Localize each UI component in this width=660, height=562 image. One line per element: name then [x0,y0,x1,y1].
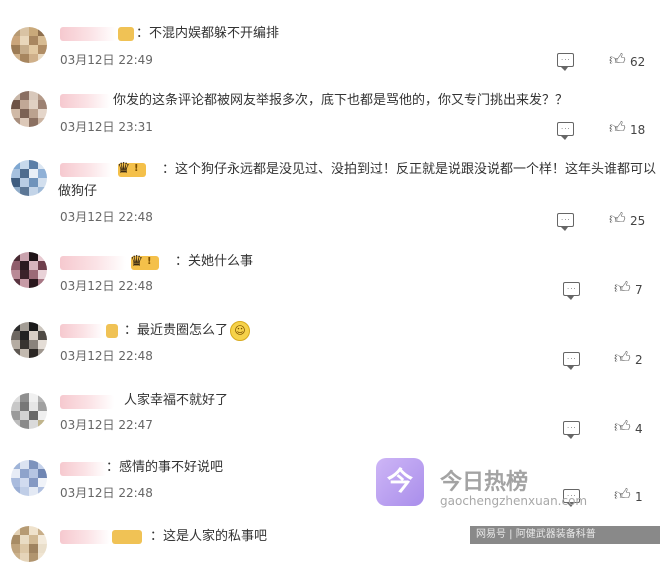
comment-date: 03月12日 22:48 [60,349,153,363]
nickname-blurred[interactable] [60,256,126,270]
like-count: 18 [630,123,646,137]
comment-text: 你发的这条评论都被网友举报多次，底下也都是骂他的，你又专门挑出来发？？ [113,93,569,108]
watermark-title: 今日热榜 [440,470,529,495]
like-count: 7 [635,283,643,297]
comment-text: ：感情的事不好说吧 [106,460,224,475]
comment-text: ：这个狗仔永远都是没见过、没拍到过！反正就是说跟没说都一个样！这年头谁都可以 [162,162,657,177]
avatar[interactable] [11,526,47,562]
comment-text: 人家幸福不就好了 [124,393,229,408]
vip-crown-badge [117,159,146,177]
avatar[interactable] [11,91,47,127]
nickname-blurred[interactable] [60,94,110,108]
like-icon[interactable]: 👍︎ [614,350,631,366]
comment-date: 03月12日 22:49 [60,53,153,67]
watermark-url: gaochengzhenxuan.com [440,494,588,508]
comment-date: 03月12日 22:48 [60,210,153,224]
like-count: 1 [635,490,643,504]
user-badge [106,324,118,338]
reply-icon[interactable]: ··· [563,352,580,370]
like-icon[interactable]: 👍︎ [609,120,626,136]
comment-date: 03月12日 23:31 [60,120,153,134]
like-count: 25 [630,214,646,228]
watermark-logo-icon: 今 [376,458,424,506]
nickname-blurred[interactable] [60,27,116,41]
comment-date: 03月12日 22:47 [60,418,153,432]
nickname-blurred[interactable] [60,530,110,544]
avatar[interactable] [11,460,47,496]
user-badge [118,27,134,41]
avatar[interactable] [11,252,47,288]
nickname-blurred[interactable] [60,395,114,409]
nickname-blurred[interactable] [60,163,112,177]
like-icon[interactable]: 👍︎ [609,211,626,227]
avatar[interactable] [11,322,47,358]
like-icon[interactable]: 👍︎ [614,280,631,296]
comment-text: ：关她什么事 [175,254,254,269]
reply-icon[interactable]: ··· [557,213,574,231]
like-count: 62 [630,55,646,69]
comment-date: 03月12日 22:48 [60,486,153,500]
nickname-blurred[interactable] [60,324,104,338]
comment-text: ：这是人家的私事吧 [150,529,268,544]
like-icon[interactable]: 👍︎ [614,419,631,435]
avatar[interactable] [11,27,47,63]
comment-date: 03月12日 22:48 [60,279,153,293]
source-watermark: 网易号 | 阿健武器装备科普 [470,526,660,544]
reply-icon[interactable]: ··· [563,282,580,300]
nickname-blurred[interactable] [60,462,106,476]
like-count: 2 [635,353,643,367]
vip-crown-badge [130,252,159,270]
user-badge [112,530,142,544]
avatar[interactable] [11,393,47,429]
reply-icon[interactable]: ··· [557,53,574,71]
comment-text-continued: 做狗仔 [58,184,98,199]
like-icon[interactable]: 👍︎ [614,487,631,503]
reply-icon[interactable]: ··· [557,122,574,140]
like-count: 4 [635,422,643,436]
reply-icon[interactable]: ··· [563,421,580,439]
like-icon[interactable]: 👍︎ [609,52,626,68]
smile-emoji-icon: ☺ [230,321,250,341]
comment-text: ：不混内娱都躲不开编排 [136,26,280,41]
comment-text: ：最近贵圈怎么了 [124,323,229,338]
avatar[interactable] [11,160,47,196]
